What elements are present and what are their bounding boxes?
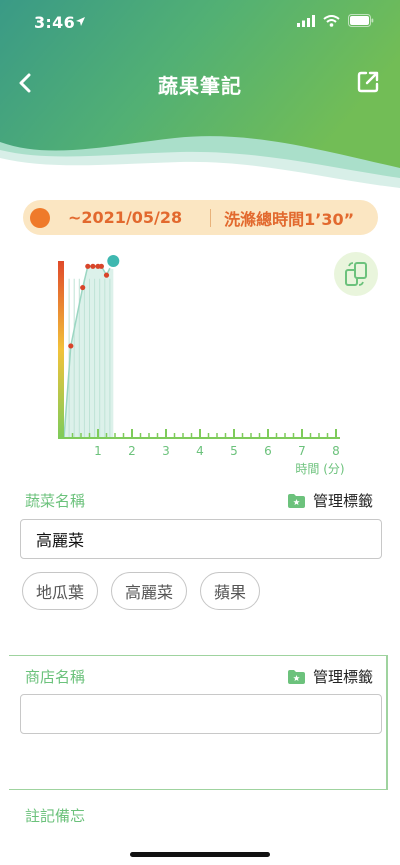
total-wash-duration: 洗滌總時間1’30” [224,209,355,229]
current-point-marker [105,253,122,269]
data-point [98,263,104,269]
share-button[interactable] [356,70,382,96]
signal-icon [297,14,315,27]
x-tick-label: 7 [298,444,306,458]
manage-vegetable-tags-button[interactable]: 管理標籤 [287,490,373,511]
wifi-icon [323,14,340,27]
tag-chip[interactable]: 地瓜葉 [22,572,99,610]
record-date: ~2021/05/28 [68,208,183,227]
vegetable-name-input[interactable]: 高麗菜 [20,519,382,559]
vegetable-name-label: 蔬菜名稱 [25,492,86,510]
data-point [90,263,96,269]
home-indicator [130,852,270,857]
data-point [85,263,91,269]
wash-curve-area [64,261,114,438]
location-arrow-icon [76,17,85,26]
vegetable-tag-chips: 地瓜葉 高麗菜 蘋果 [22,572,261,610]
x-tick-label: 2 [128,444,136,458]
x-tick-label: 8 [332,444,340,458]
tag-chip[interactable]: 高麗菜 [111,572,188,610]
data-point [68,343,74,349]
x-axis-label: 時間 (分) [295,462,344,476]
x-tick-label: 5 [230,444,238,458]
tag-folder-icon [287,669,305,684]
x-tick-label: 6 [264,444,272,458]
status-time: 3:46 [34,13,75,32]
x-tick-label: 1 [94,444,102,458]
x-tick-label: 4 [196,444,204,458]
tag-folder-icon [287,493,305,508]
status-bar: 3:46 [0,0,400,44]
swap-devices-icon [345,262,367,286]
tag-chip[interactable]: 蘋果 [200,572,261,610]
x-tick-label: 3 [162,444,170,458]
wash-summary-pill: ~2021/05/28 洗滌總時間1’30” [23,200,378,235]
manage-store-tags-button[interactable]: 管理標籤 [287,666,373,687]
y-axis-gradient-bar [58,261,64,438]
manage-tags-label: 管理標籤 [312,492,373,510]
manage-tags-label: 管理標籤 [312,668,373,686]
page-title: 蔬果筆記 [158,74,242,98]
app-header: 3:46 蔬果筆記 [0,0,400,190]
store-name-input[interactable] [20,694,382,734]
pill-divider [210,208,212,227]
data-point [80,284,86,291]
status-dot-icon [30,207,50,228]
share-icon [357,71,379,93]
store-name-label: 商店名稱 [25,668,86,686]
data-point [103,272,110,278]
switch-view-button[interactable] [334,252,378,296]
notes-label: 註記備忘 [25,807,86,825]
battery-icon [348,14,374,27]
